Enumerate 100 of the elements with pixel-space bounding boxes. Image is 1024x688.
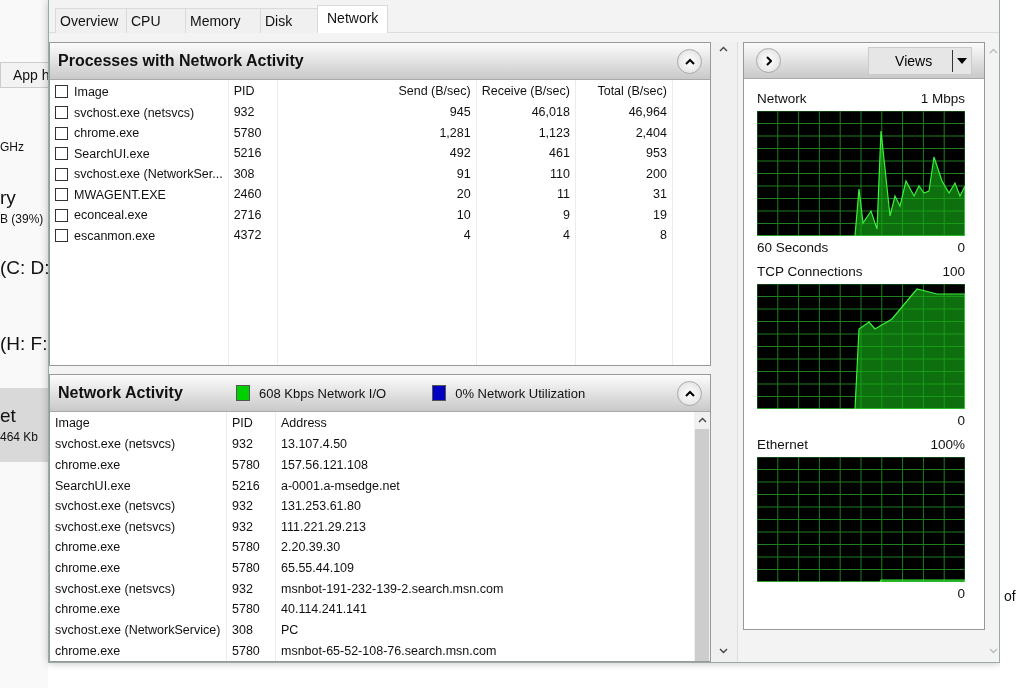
graph-scale-min: 0 xyxy=(957,585,965,603)
checkbox[interactable] xyxy=(55,188,68,202)
graph-scale-min: 0 xyxy=(957,239,965,257)
table-cell: 5780 xyxy=(226,537,276,558)
graph-title: TCP Connections xyxy=(757,263,863,281)
table-cell: chrome.exe xyxy=(50,454,227,476)
checkbox[interactable] xyxy=(55,208,68,222)
column-header[interactable]: Address xyxy=(275,412,695,435)
table-cell: 5780 xyxy=(226,557,276,579)
table-cell: 46,964 xyxy=(575,102,673,123)
table-cell: MWAGENT.EXE xyxy=(74,187,166,202)
table-cell: msnbot-191-232-139-2.search.msn.com xyxy=(275,578,695,599)
checkbox[interactable] xyxy=(55,229,68,243)
scroll-down-icon xyxy=(988,648,998,654)
scrollbar[interactable] xyxy=(711,42,738,662)
table-cell: a-0001.a-msedge.net xyxy=(275,475,695,496)
table-cell: 308 xyxy=(226,619,276,641)
checkbox[interactable] xyxy=(55,147,68,161)
table-cell: 932 xyxy=(226,495,276,517)
table-cell: msnbot-65-52-108-76.search.msn.com xyxy=(275,640,695,661)
table-cell: 1,281 xyxy=(277,122,477,143)
table-cell: svchost.exe (netsvcs) xyxy=(50,434,227,455)
graph-title: Network xyxy=(757,90,807,108)
table-cell: 5216 xyxy=(228,143,278,164)
checkbox[interactable] xyxy=(55,167,68,181)
table-cell: 945 xyxy=(277,102,477,123)
sidebar-entry[interactable]: GHz xyxy=(0,138,48,156)
collapse-button[interactable] xyxy=(677,48,703,74)
table-cell: svchost.exe (netsvcs) xyxy=(74,105,195,120)
column-header[interactable]: Image xyxy=(74,84,109,99)
caret-icon xyxy=(957,57,968,64)
column-header[interactable]: PID xyxy=(226,412,276,435)
table-cell: 5780 xyxy=(228,122,278,143)
column-header[interactable]: Image xyxy=(50,412,227,435)
sidebar-entry[interactable]: (H: F: xyxy=(0,332,48,356)
table-cell: 110 xyxy=(476,163,576,184)
sidebar-entry[interactable]: ry B (39%) xyxy=(0,186,48,228)
graph-scale-min: 0 xyxy=(957,412,965,430)
checkbox[interactable] xyxy=(55,106,68,120)
tab[interactable]: CPU xyxy=(126,8,186,33)
table-cell: 8 xyxy=(575,225,673,246)
table-cell: 2.20.39.30 xyxy=(275,537,695,558)
table-cell: 13.107.4.50 xyxy=(275,434,695,455)
tab[interactable]: App h xyxy=(0,62,48,88)
tab[interactable]: Network xyxy=(317,5,389,33)
table-cell: 461 xyxy=(476,143,576,164)
table-cell: econceal.exe xyxy=(74,208,148,223)
table-cell: 46,018 xyxy=(476,102,576,123)
column-header[interactable]: Send (B/sec) xyxy=(277,80,477,102)
table-cell: 157.56.121.108 xyxy=(275,454,695,476)
scrollbar[interactable] xyxy=(694,412,711,661)
table-cell: 5780 xyxy=(226,640,276,661)
table-cell: SearchUI.exe xyxy=(74,146,150,161)
legend-label: 608 Kbps Network I/O xyxy=(259,385,387,401)
checkbox[interactable] xyxy=(55,126,68,140)
table-cell: SearchUI.exe xyxy=(50,475,227,496)
table-cell: 131.253.61.80 xyxy=(275,495,695,517)
sidebar-entry[interactable]: et 464 Kb xyxy=(0,388,48,462)
table-cell: 9 xyxy=(476,204,576,225)
table-cell: 11 xyxy=(476,184,576,205)
table-cell: 953 xyxy=(575,143,673,164)
table-cell: 932 xyxy=(226,434,276,455)
panel-title: Processes with Network Activity xyxy=(58,52,304,70)
tab[interactable]: Memory xyxy=(185,8,261,33)
table-cell: 932 xyxy=(226,516,276,538)
checkbox[interactable] xyxy=(55,84,68,98)
table-cell: 5780 xyxy=(226,454,276,476)
table-cell: escanmon.exe xyxy=(74,228,156,243)
expand-button[interactable] xyxy=(755,48,781,73)
graph-scale-max: 100 xyxy=(942,263,965,281)
tab[interactable]: Overview xyxy=(55,8,127,33)
collapse-button[interactable] xyxy=(677,380,703,406)
graph-title: Ethernet xyxy=(757,436,809,454)
table-cell: 2716 xyxy=(228,204,278,225)
scroll-up-icon xyxy=(697,417,707,423)
table-cell: 1,123 xyxy=(476,122,576,143)
table-cell: 932 xyxy=(226,578,276,599)
views-button[interactable]: Views xyxy=(868,46,973,75)
tab[interactable]: Disk xyxy=(260,8,318,33)
column-header[interactable]: PID xyxy=(228,80,278,102)
table-cell: 31 xyxy=(575,184,673,205)
chevron-up-icon xyxy=(684,389,695,397)
background-text: of xyxy=(1003,588,1017,604)
scroll-up-icon xyxy=(719,46,729,52)
table-cell: 4 xyxy=(277,225,477,246)
column-header[interactable]: Total (B/sec) xyxy=(575,80,673,102)
table-cell: svchost.exe (netsvcs) xyxy=(50,495,227,517)
table-cell: 4372 xyxy=(228,225,278,246)
table-cell: 308 xyxy=(228,163,278,184)
table-cell: chrome.exe xyxy=(50,640,227,661)
column-header[interactable]: Receive (B/sec) xyxy=(476,80,576,102)
table-cell: svchost.exe (NetworkSer... xyxy=(74,167,223,182)
table-cell: 91 xyxy=(277,163,477,184)
sidebar-entry[interactable]: (C: D: xyxy=(0,256,48,280)
table-cell: 200 xyxy=(575,163,673,184)
table-cell: 5216 xyxy=(226,475,276,496)
table-cell: 20 xyxy=(277,184,477,205)
table-cell: 932 xyxy=(228,102,278,123)
table-cell: 19 xyxy=(575,204,673,225)
table-cell: chrome.exe xyxy=(74,126,140,141)
